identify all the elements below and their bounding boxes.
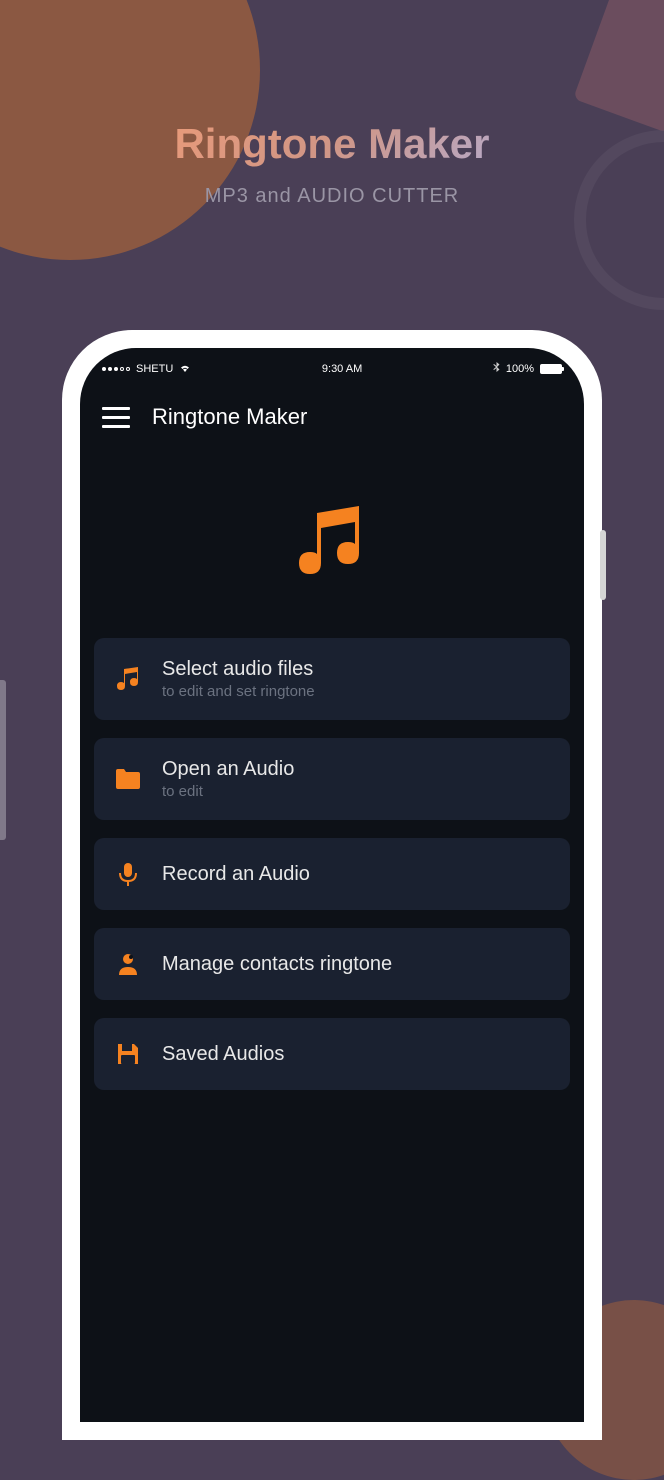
microphone-icon [112,858,144,890]
carrier-label: SHETU [136,363,173,375]
status-left: SHETU [102,363,191,376]
battery-label: 100% [506,363,534,375]
menu-item-title: Record an Audio [162,863,310,886]
app-header: Ringtone Maker [80,386,584,448]
phone-side-button [600,530,606,600]
promo-title: Ringtone Maker [0,120,664,168]
bg-decoration-shape [573,0,664,133]
status-bar: SHETU 9:30 AM 100% [80,348,584,386]
menu-item-title: Saved Audios [162,1043,284,1066]
menu-item-title: Manage contacts ringtone [162,953,392,976]
battery-icon [540,364,562,374]
promo-subtitle: MP3 and AUDIO CUTTER [0,185,664,208]
menu-item-subtitle: to edit and set ringtone [162,683,315,700]
menu-item-manage-contacts[interactable]: Manage contacts ringtone [94,928,570,1000]
status-time: 9:30 AM [322,363,362,375]
hamburger-menu-icon[interactable] [102,407,130,428]
menu-item-saved-audios[interactable]: Saved Audios [94,1018,570,1090]
music-note-icon [112,663,144,695]
menu-item-record-audio[interactable]: Record an Audio [94,838,570,910]
menu-item-title: Select audio files [162,658,315,681]
app-title: Ringtone Maker [152,404,307,430]
menu-list: Select audio files to edit and set ringt… [80,638,584,1090]
menu-item-title: Open an Audio [162,758,294,781]
folder-icon [112,763,144,795]
save-icon [112,1038,144,1070]
bluetooth-icon [493,362,500,376]
contact-icon [112,948,144,980]
menu-item-subtitle: to edit [162,783,294,800]
phone-frame: SHETU 9:30 AM 100% Ringtone Maker [62,330,602,1440]
side-guide [0,680,6,840]
signal-dots-icon [102,367,130,371]
wifi-icon [179,363,191,376]
phone-screen: SHETU 9:30 AM 100% Ringtone Maker [80,348,584,1422]
menu-item-select-audio[interactable]: Select audio files to edit and set ringt… [94,638,570,720]
menu-item-open-audio[interactable]: Open an Audio to edit [94,738,570,820]
status-right: 100% [493,362,562,376]
hero-music-icon [80,448,584,638]
